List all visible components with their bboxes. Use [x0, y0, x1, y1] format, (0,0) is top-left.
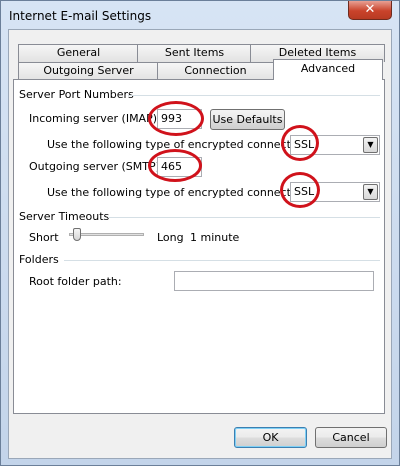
timeout-long-label: Long — [157, 231, 184, 244]
section-folders: Folders — [19, 253, 59, 266]
section-server-timeouts: Server Timeouts — [19, 210, 110, 223]
chevron-down-icon[interactable]: ▼ — [363, 184, 378, 200]
close-button[interactable]: ✕ — [348, 1, 392, 20]
window-title: Internet E-mail Settings — [9, 9, 152, 23]
outgoing-port-input[interactable]: 465 — [157, 157, 202, 177]
ok-button[interactable]: OK — [234, 427, 307, 448]
tab-connection[interactable]: Connection — [157, 62, 274, 80]
use-defaults-button[interactable]: Use Defaults — [210, 109, 285, 130]
cancel-button[interactable]: Cancel — [315, 427, 387, 448]
timeout-short-label: Short — [29, 231, 59, 244]
tab-sent-items[interactable]: Sent Items — [137, 44, 252, 62]
select-value: SSL — [294, 185, 315, 198]
tab-label: Deleted Items — [278, 46, 357, 59]
title-bar: Internet E-mail Settings ✕ — [1, 1, 399, 29]
tab-outgoing-server[interactable]: Outgoing Server — [18, 62, 159, 80]
separator — [108, 217, 380, 218]
root-folder-label: Root folder path: — [29, 275, 122, 288]
tab-label: Connection — [184, 64, 247, 77]
section-server-ports: Server Port Numbers — [19, 88, 134, 101]
outgoing-server-label: Outgoing server (SMTP): — [29, 160, 164, 173]
tab-general[interactable]: General — [18, 44, 139, 62]
tab-label: General — [56, 46, 101, 59]
incoming-port-input[interactable]: 993 — [157, 109, 202, 129]
incoming-encryption-label: Use the following type of encrypted conn… — [47, 138, 312, 151]
dialog-client: General Sent Items Deleted Items Outgoin… — [8, 29, 392, 459]
separator — [64, 260, 380, 261]
close-icon: ✕ — [364, 2, 376, 17]
root-folder-input[interactable] — [174, 271, 374, 291]
advanced-panel: Server Port Numbers Incoming server (IMA… — [13, 79, 385, 414]
separator — [128, 95, 380, 96]
timeout-value: 1 minute — [190, 231, 240, 244]
tab-label: Outgoing Server — [43, 64, 134, 77]
incoming-server-label: Incoming server (IMAP): — [29, 112, 161, 125]
select-value: SSL — [294, 138, 315, 151]
chevron-down-icon[interactable]: ▼ — [363, 137, 378, 153]
tab-label: Sent Items — [164, 46, 225, 59]
timeout-slider-thumb[interactable] — [72, 228, 81, 241]
tab-advanced[interactable]: Advanced — [273, 59, 383, 80]
dialog-window: Internet E-mail Settings ✕ General Sent … — [0, 0, 400, 466]
incoming-encryption-select[interactable]: SSL ▼ — [290, 135, 380, 155]
outgoing-encryption-select[interactable]: SSL ▼ — [290, 182, 380, 202]
outgoing-encryption-label: Use the following type of encrypted conn… — [47, 186, 312, 199]
tab-label: Advanced — [300, 62, 356, 75]
